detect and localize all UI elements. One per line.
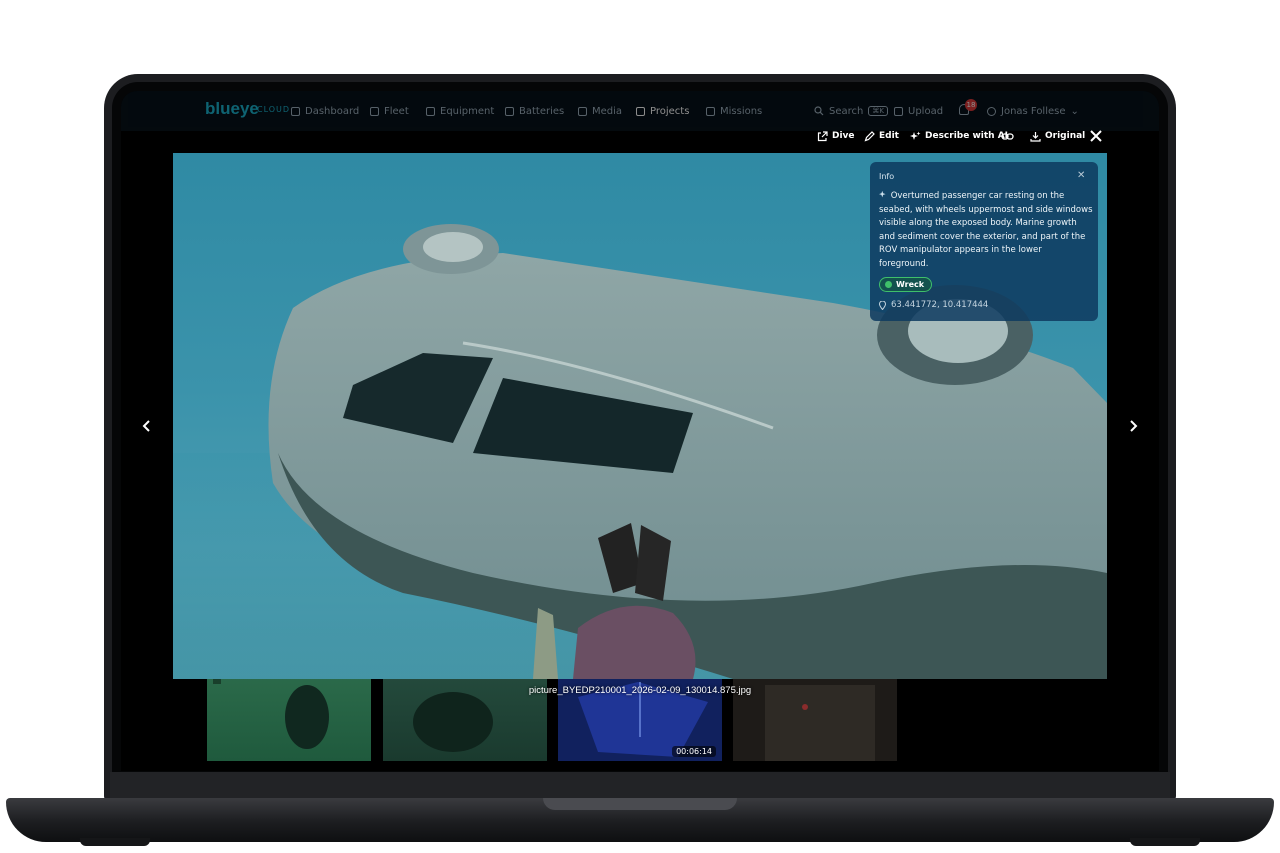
nav-label: Fleet bbox=[384, 105, 409, 117]
coordinates: 63.441772, 10.417444 bbox=[891, 300, 989, 310]
nav-label: Batteries bbox=[519, 105, 565, 117]
chevron-down-icon: ⌄ bbox=[1070, 105, 1079, 117]
nav-label: Missions bbox=[720, 105, 763, 117]
upload-button[interactable]: Upload bbox=[894, 91, 943, 131]
upload-icon bbox=[894, 106, 903, 116]
nav-dashboard[interactable]: Dashboard bbox=[291, 91, 359, 131]
chevron-right-icon[interactable] bbox=[1126, 417, 1140, 435]
app-header: blueye CLOUD Dashboard Fleet Equipment B… bbox=[121, 91, 1159, 131]
chevron-left-icon[interactable] bbox=[140, 417, 154, 435]
nav-fleet[interactable]: Fleet bbox=[370, 91, 409, 131]
info-panel-title: Info bbox=[879, 172, 895, 181]
nav-projects[interactable]: Projects bbox=[636, 91, 689, 131]
drone-icon bbox=[370, 106, 379, 116]
user-name: Jonas Follese bbox=[1001, 105, 1066, 117]
plug-icon bbox=[426, 106, 435, 116]
search-icon bbox=[814, 106, 824, 116]
download-original-button[interactable]: Original bbox=[1030, 128, 1085, 144]
tag-wreck[interactable]: Wreck bbox=[879, 277, 933, 292]
search-shortcut: ⌘K bbox=[868, 106, 888, 116]
sparkle-icon bbox=[910, 131, 921, 140]
laptop-opening-notch bbox=[543, 798, 737, 810]
describe-ai-label: Describe with AI bbox=[925, 131, 1009, 141]
info-panel: Info ✕ Overturned passenger car resting … bbox=[870, 162, 1098, 321]
nav-batteries[interactable]: Batteries bbox=[505, 91, 564, 131]
nav-equipment[interactable]: Equipment bbox=[426, 91, 494, 131]
edit-label: Edit bbox=[879, 131, 899, 141]
nav-label: Media bbox=[592, 105, 623, 117]
media-icon bbox=[578, 106, 587, 116]
file-name: picture_BYEDP210001_2026-02-09_130014.87… bbox=[528, 685, 752, 696]
dive-button[interactable]: Dive bbox=[817, 128, 855, 144]
laptop-foot-left bbox=[80, 838, 150, 846]
ai-description: Overturned passenger car resting on the … bbox=[879, 190, 1093, 272]
upload-label: Upload bbox=[908, 105, 944, 117]
edit-button[interactable]: Edit bbox=[864, 128, 899, 144]
brand-logo-sub: CLOUD bbox=[257, 105, 291, 114]
grid-icon bbox=[291, 106, 300, 116]
folder-icon bbox=[636, 106, 645, 116]
tag-dot bbox=[885, 281, 892, 288]
pencil-icon bbox=[864, 130, 875, 141]
link-icon bbox=[1001, 132, 1014, 140]
nav-media[interactable]: Media bbox=[578, 91, 622, 131]
location-pin-icon bbox=[879, 301, 886, 310]
video-duration: 00:06:14 bbox=[672, 746, 716, 757]
brand-logo[interactable]: blueye bbox=[205, 99, 259, 119]
battery-icon bbox=[505, 106, 514, 116]
nav-label: Equipment bbox=[440, 105, 495, 117]
screen: blueye CLOUD Dashboard Fleet Equipment B… bbox=[121, 91, 1159, 771]
close-icon[interactable]: ✕ bbox=[1077, 170, 1085, 181]
route-icon bbox=[706, 106, 715, 116]
nav-label: Dashboard bbox=[305, 105, 360, 117]
tag-label: Wreck bbox=[896, 280, 925, 289]
search-label: Search bbox=[829, 105, 864, 117]
nav-missions[interactable]: Missions bbox=[706, 91, 762, 131]
laptop-chin bbox=[110, 772, 1170, 800]
user-menu[interactable]: Jonas Follese ⌄ bbox=[987, 91, 1079, 131]
dive-label: Dive bbox=[832, 131, 855, 141]
notification-badge: 18 bbox=[965, 99, 977, 111]
copy-link-button[interactable] bbox=[1001, 128, 1014, 144]
close-icon[interactable] bbox=[1087, 127, 1105, 145]
search-button[interactable]: Search ⌘K bbox=[814, 91, 888, 131]
sparkle-icon bbox=[879, 190, 886, 198]
original-label: Original bbox=[1045, 131, 1086, 141]
description-text: Overturned passenger car resting on the … bbox=[879, 191, 1093, 269]
user-icon bbox=[987, 106, 996, 116]
external-link-icon bbox=[817, 130, 828, 141]
laptop-foot-right bbox=[1130, 838, 1200, 846]
describe-ai-button[interactable]: Describe with AI bbox=[910, 128, 1008, 144]
download-icon bbox=[1030, 131, 1041, 142]
nav-label: Projects bbox=[650, 105, 690, 117]
